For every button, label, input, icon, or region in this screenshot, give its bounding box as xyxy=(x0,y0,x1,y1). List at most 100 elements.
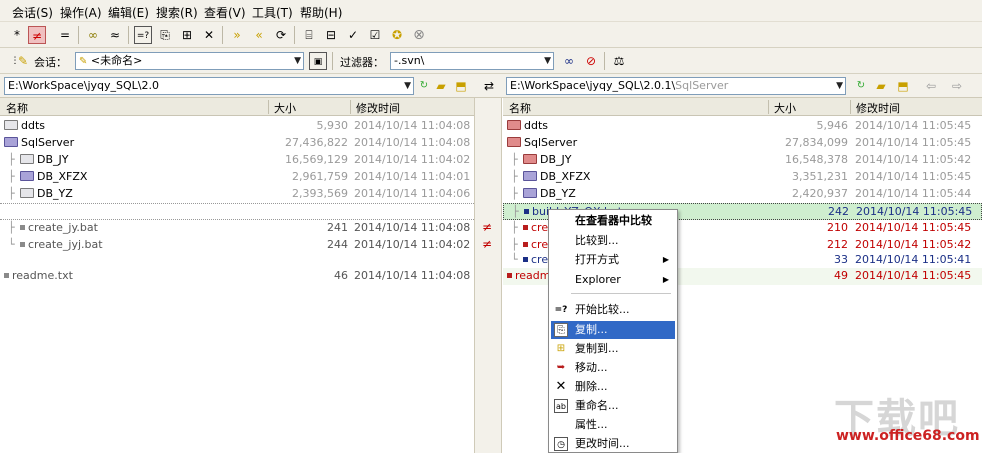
session-toolbar: ⋮ ✎ 会话： ✎ <未命名> ▼ ▣ 过滤器： -.svn\ ▼ ∞ ⊘ ⚖ xyxy=(0,48,982,74)
table-row[interactable]: ├ DB_XFZX 3,351,231 2014/10/14 11:05:45 xyxy=(503,169,982,186)
forward-icon[interactable]: ⇨ xyxy=(948,77,966,95)
chevron-down-icon[interactable]: ▼ xyxy=(836,78,843,94)
table-row[interactable]: ├ DB_JY 16,548,378 2014/10/14 11:05:42 xyxy=(503,152,982,169)
folder-icon xyxy=(507,137,521,147)
menu-item-copy-to[interactable]: ⊞ 复制到... xyxy=(551,340,675,358)
folder-icon xyxy=(20,171,34,181)
menu-session[interactable]: 会话(S) xyxy=(12,4,53,21)
compare-icon[interactable]: =? xyxy=(134,26,152,44)
check-all-icon[interactable]: ☑ xyxy=(366,26,384,44)
left-col-modified[interactable]: 修改时间 xyxy=(356,100,400,116)
table-row[interactable]: └ create_jyj.bat 244 2014/10/14 11:04:02 xyxy=(0,237,474,254)
table-row[interactable]: readme.txt 46 2014/10/14 11:04:08 xyxy=(0,268,474,285)
file-icon xyxy=(523,225,528,230)
swap-icon[interactable]: ⇄ xyxy=(480,77,498,95)
check-icon[interactable]: ✓ xyxy=(344,26,362,44)
left-path: E:\WorkSpace\jyqy_SQL\2.0 xyxy=(8,79,159,92)
empty-placeholder-row[interactable] xyxy=(0,203,474,220)
menu-tools[interactable]: 工具(T) xyxy=(252,4,293,21)
not-equal-icon: ≠ xyxy=(482,237,493,251)
menu-item-change-time[interactable]: ◷ 更改时间... xyxy=(551,435,675,453)
bulb-icon[interactable]: ✪ xyxy=(388,26,406,44)
filter-label: 过滤器： xyxy=(340,56,384,69)
table-row[interactable]: SqlServer 27,834,099 2014/10/14 11:05:45 xyxy=(503,135,982,152)
session-small-icon: ✎ xyxy=(79,56,88,67)
table-row[interactable]: ├ DB_XFZX 2,961,759 2014/10/14 11:04:01 xyxy=(0,169,474,186)
right-up-icon[interactable]: ↻ xyxy=(852,77,870,95)
menu-item-compare-in-viewer[interactable]: 在查看器中比较 xyxy=(551,212,675,230)
scales-icon[interactable]: ⚖ xyxy=(610,52,628,70)
left-path-combo[interactable]: E:\WorkSpace\jyqy_SQL\2.0 ▼ xyxy=(4,77,414,95)
save-session-icon[interactable]: ▣ xyxy=(309,52,327,70)
left-col-name[interactable]: 名称 xyxy=(6,100,28,116)
menu-item-compare-to[interactable]: 比较到... xyxy=(551,232,675,250)
left-open-folder-icon[interactable]: ▰ xyxy=(432,77,450,95)
table-row[interactable]: ddts 5,946 2014/10/14 11:05:45 xyxy=(503,118,982,135)
right-col-modified[interactable]: 修改时间 xyxy=(856,100,900,116)
copy-icon[interactable]: ⎘ xyxy=(156,26,174,44)
session-label: 会话： xyxy=(34,56,67,69)
right-parent-folder-icon[interactable]: ⬒ xyxy=(894,77,912,95)
table-row[interactable]: ├ DB_YZ 2,420,937 2014/10/14 11:05:44 xyxy=(503,186,982,203)
context-menu: 在查看器中比较 比较到... 打开方式 ▶ Explorer ▶ =? 开始比较...… xyxy=(548,209,678,453)
refresh-icon[interactable]: ⟳ xyxy=(272,26,290,44)
menu-item-copy[interactable]: ⎘ 复制... xyxy=(551,321,675,339)
menu-item-move[interactable]: ➥ 移动... xyxy=(551,359,675,377)
menu-item-explorer[interactable]: Explorer ▶ xyxy=(551,271,675,289)
menu-view[interactable]: 查看(V) xyxy=(204,4,246,21)
session-value: <未命名> xyxy=(90,54,143,67)
menu-bar: 会话(S) 操作(A) 编辑(E) 搜索(R) 查看(V) 工具(T) 帮助(H… xyxy=(0,0,982,22)
expand-icon[interactable]: ⊟ xyxy=(322,26,340,44)
submenu-arrow-icon: ▶ xyxy=(662,275,669,284)
session-combo[interactable]: ✎ <未命名> ▼ xyxy=(75,52,304,70)
menu-search[interactable]: 搜索(R) xyxy=(156,4,198,21)
menu-item-start-compare[interactable]: =? 开始比较... xyxy=(551,301,675,319)
prev-diff-icon[interactable]: « xyxy=(250,26,268,44)
right-path-combo[interactable]: E:\WorkSpace\jyqy_SQL\2.0.1\SqlServer ▼ xyxy=(506,77,846,95)
menu-item-delete[interactable]: ✕ 删除... xyxy=(551,378,675,396)
next-diff-icon[interactable]: » xyxy=(228,26,246,44)
right-col-size[interactable]: 大小 xyxy=(774,100,796,116)
chevron-down-icon[interactable]: ▼ xyxy=(294,53,301,69)
right-open-folder-icon[interactable]: ▰ xyxy=(872,77,890,95)
all-icon[interactable]: * xyxy=(8,26,26,44)
left-up-icon[interactable]: ↻ xyxy=(415,77,433,95)
glasses-icon[interactable]: ∞ xyxy=(84,26,102,44)
table-row[interactable]: ├ DB_JY 16,569,129 2014/10/14 11:04:02 xyxy=(0,152,474,169)
menu-item-rename[interactable]: ab 重命名... xyxy=(551,397,675,415)
filter-value: -.svn\ xyxy=(394,54,425,67)
table-row[interactable]: ├ create_jy.bat 241 2014/10/14 11:04:08 xyxy=(0,220,474,237)
file-icon xyxy=(4,273,9,278)
file-icon xyxy=(524,209,529,214)
filter-off-icon[interactable]: ⊘ xyxy=(582,52,600,70)
menu-operation[interactable]: 操作(A) xyxy=(60,4,102,21)
menu-edit[interactable]: 编辑(E) xyxy=(108,4,149,21)
copy-icon: ⎘ xyxy=(554,323,568,337)
delete-icon[interactable]: ✕ xyxy=(200,26,218,44)
menu-item-open-with[interactable]: 打开方式 ▶ xyxy=(551,251,675,269)
copy-to-icon[interactable]: ⊞ xyxy=(178,26,196,44)
chevron-down-icon[interactable]: ▼ xyxy=(404,78,411,94)
filter-combo[interactable]: -.svn\ ▼ xyxy=(390,52,554,70)
left-parent-folder-icon[interactable]: ⬒ xyxy=(452,77,470,95)
chevron-down-icon[interactable]: ▼ xyxy=(544,53,551,69)
menu-separator xyxy=(571,293,671,294)
tree-icon[interactable]: ⌸ xyxy=(300,26,318,44)
main-toolbar: * ≠ = ∞ ≈ =? ⎘ ⊞ ✕ » « ⟳ ⌸ ⊟ ✓ ☑ ✪ ⊗ xyxy=(0,22,982,48)
menu-help[interactable]: 帮助(H) xyxy=(300,4,342,21)
same-icon[interactable]: = xyxy=(56,26,74,44)
filter-glasses-icon[interactable]: ∞ xyxy=(560,52,578,70)
left-col-size[interactable]: 大小 xyxy=(274,100,296,116)
folder-icon xyxy=(523,154,537,164)
diffs-icon[interactable]: ≠ xyxy=(28,26,46,44)
approx-icon[interactable]: ≈ xyxy=(106,26,124,44)
folder-icon xyxy=(4,137,18,147)
stop-icon[interactable]: ⊗ xyxy=(410,26,428,44)
file-icon xyxy=(523,257,528,262)
table-row[interactable]: ddts 5,930 2014/10/14 11:04:08 xyxy=(0,118,474,135)
table-row[interactable]: SqlServer 27,436,822 2014/10/14 11:04:08 xyxy=(0,135,474,152)
right-col-name[interactable]: 名称 xyxy=(509,100,531,116)
menu-item-properties[interactable]: 属性... xyxy=(551,416,675,434)
back-icon[interactable]: ⇦ xyxy=(922,77,940,95)
table-row[interactable]: ├ DB_YZ 2,393,569 2014/10/14 11:04:06 xyxy=(0,186,474,203)
